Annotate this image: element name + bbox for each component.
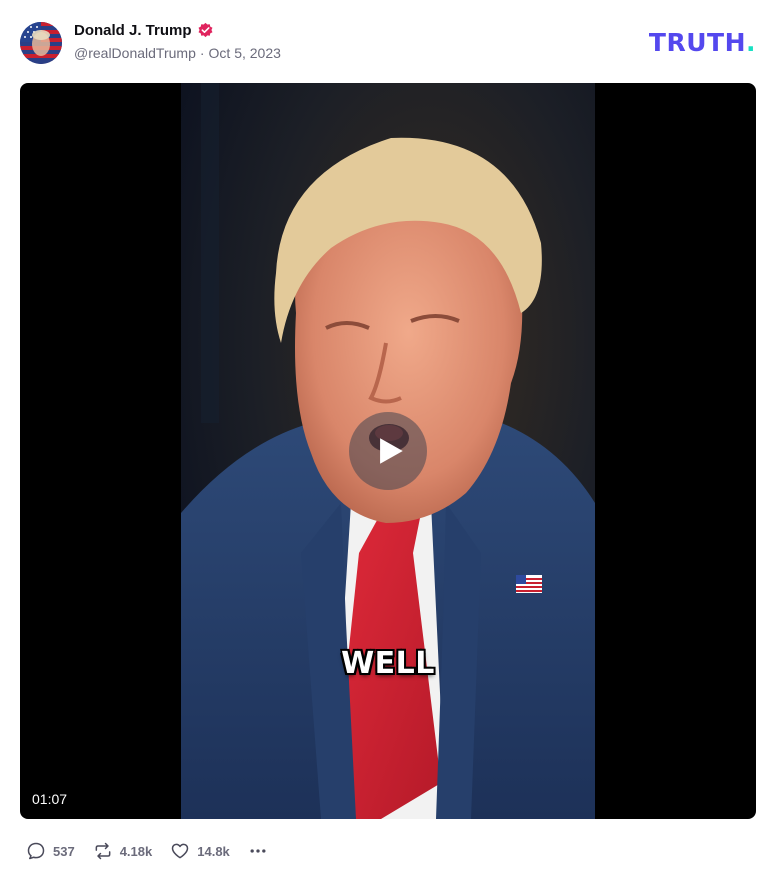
like-count: 14.8k (197, 843, 230, 859)
meta-separator: · (199, 45, 205, 61)
heart-icon (172, 843, 189, 859)
author-handle[interactable]: @realDonaldTrump (74, 45, 196, 61)
like-button[interactable]: 14.8k (170, 841, 230, 861)
more-options-button[interactable] (248, 841, 268, 861)
verified-badge-icon (197, 22, 214, 39)
repost-count: 4.18k (119, 843, 153, 859)
reply-count: 537 (53, 843, 75, 859)
author-name-row: Donald J. Trump (74, 22, 214, 39)
post-date[interactable]: Oct 5, 2023 (209, 45, 281, 61)
logo-dot: . (746, 28, 756, 57)
author-meta-row: @realDonaldTrump · Oct 5, 2023 (74, 45, 281, 61)
comment-icon (27, 842, 45, 860)
repost-icon (95, 842, 111, 860)
video-duration: 01:07 (32, 791, 68, 807)
logo-text: TRUTH (648, 28, 746, 57)
truth-logo[interactable]: TRUTH. (649, 28, 756, 57)
author-display-name[interactable]: Donald J. Trump (74, 22, 192, 39)
more-dots-icon (250, 849, 266, 853)
reply-button[interactable]: 537 (26, 841, 75, 861)
play-icon (380, 438, 403, 464)
repost-button[interactable]: 4.18k (93, 841, 153, 861)
video-player[interactable]: WELL 01:07 (20, 83, 756, 819)
avatar[interactable] (20, 22, 62, 64)
play-button[interactable] (349, 412, 427, 490)
video-caption: WELL (341, 646, 435, 681)
post-actions-bar: 537 4.18k 14.8k (26, 838, 268, 864)
post-header: Donald J. Trump @realDonaldTrump · Oct 5… (20, 20, 757, 66)
